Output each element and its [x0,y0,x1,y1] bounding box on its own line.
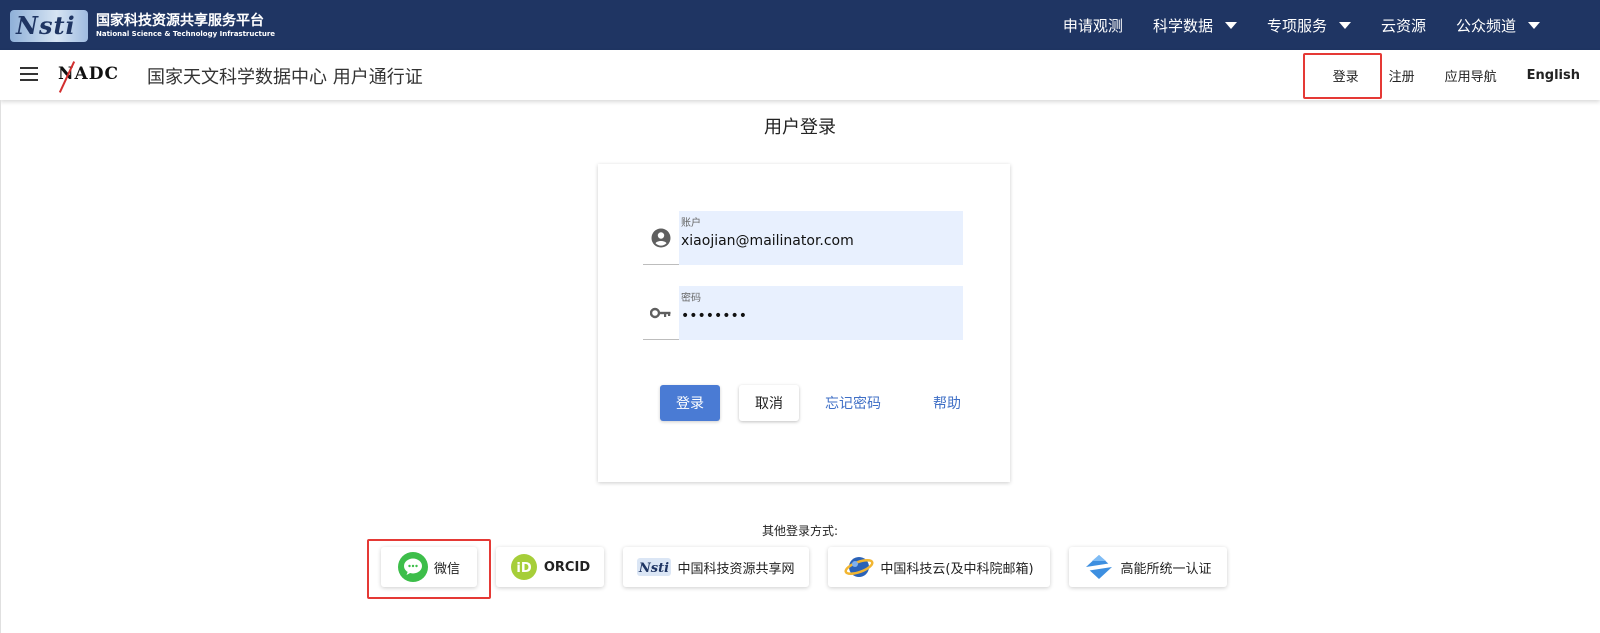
login-submit-button[interactable]: 登录 [660,385,720,421]
topnav-special-services[interactable]: 专项服务 [1267,15,1351,36]
caret-down-icon [1528,21,1540,29]
topnav-public-channel[interactable]: 公众频道 [1456,15,1540,36]
topnav-apply-observation[interactable]: 申请观测 [1063,15,1123,36]
action-buttons: 登录 取消 忘记密码 帮助 [660,385,977,421]
wechat-icon [397,552,428,582]
platform-brand[interactable]: Nsti 国家科技资源共享服务平台 National Science & Tec… [10,9,275,43]
nav-english[interactable]: English [1527,68,1580,83]
header-nav: 登录 注册 应用导航 English [1303,50,1580,100]
nav-register[interactable]: 注册 [1389,66,1415,85]
orcid-login-button[interactable]: iD ORCID [496,547,604,587]
ihep-login-button[interactable]: 高能所统一认证 [1069,547,1227,587]
topnav-label: 专项服务 [1266,16,1327,35]
page-title: 用户登录 [764,117,836,138]
site-title: 国家天文科学数据中心 用户通行证 [147,67,423,88]
topnav-label: 云资源 [1380,16,1426,35]
login-card: 账户 密码 登录 取消 忘记密码 帮助 [598,164,1010,482]
site-header: NADC 国家天文科学数据中心 用户通行证 登录 注册 应用导航 English [0,50,1600,100]
topnav-label: 申请观测 [1062,16,1123,35]
orcid-login-label: ORCID [543,559,591,575]
nav-app-navigation[interactable]: 应用导航 [1445,66,1497,85]
nav-login[interactable]: 登录 [1333,66,1359,85]
other-login-title: 其他登录方式: [761,524,839,538]
cancel-button[interactable]: 取消 [739,385,799,421]
password-input[interactable] [681,306,961,326]
password-field: 密码 [643,286,963,340]
caret-down-icon [1338,21,1351,29]
topnav-science-data[interactable]: 科学数据 [1153,15,1237,36]
topnav-cloud-resources[interactable]: 云资源 [1381,15,1426,36]
help-link[interactable]: 帮助 [917,385,977,421]
nsti-login-label: 中国科技资源共享网 [677,561,795,577]
cstcloud-login-button[interactable]: 中国科技云(及中科院邮箱) [828,547,1050,587]
password-input-box[interactable]: 密码 [679,286,963,340]
nsti-icon: Nsti [637,556,672,578]
account-circle-icon [643,211,679,265]
account-label: 账户 [681,218,701,229]
svg-text:Nsti: Nsti [638,561,669,576]
platform-bar: Nsti 国家科技资源共享服务平台 National Science & Tec… [0,0,1600,50]
key-icon [643,286,679,340]
svg-text:iD: iD [516,561,531,576]
nsti-login-button[interactable]: Nsti 中国科技资源共享网 [623,547,809,587]
platform-name-en: National Science & Technology Infrastruc… [96,30,276,38]
cstcloud-login-label: 中国科技云(及中科院邮箱) [880,561,1034,577]
account-input-box[interactable]: 账户 [679,211,963,265]
platform-name: 国家科技资源共享服务平台 National Science & Technolo… [96,13,275,39]
page-left-border [0,100,1,633]
platform-name-cn: 国家科技资源共享服务平台 [96,13,264,29]
cstcloud-icon [844,554,874,580]
topnav-label: 公众频道 [1455,16,1516,35]
caret-down-icon [1224,21,1237,29]
forgot-password-link[interactable]: 忘记密码 [809,385,897,421]
account-input[interactable] [681,231,961,251]
ihep-icon [1084,553,1114,581]
menu-icon[interactable] [20,67,38,81]
account-field: 账户 [643,211,963,265]
platform-nav: 申请观测 科学数据 专项服务 云资源 公众频道 [1033,0,1540,50]
wechat-login-button[interactable]: 微信 [381,547,477,587]
orcid-icon: iD [510,553,538,581]
topnav-label: 科学数据 [1152,16,1213,35]
ihep-login-label: 高能所统一认证 [1120,561,1212,577]
nsti-logo: Nsti [10,10,88,42]
password-label: 密码 [681,293,701,304]
wechat-login-label: 微信 [433,561,460,577]
